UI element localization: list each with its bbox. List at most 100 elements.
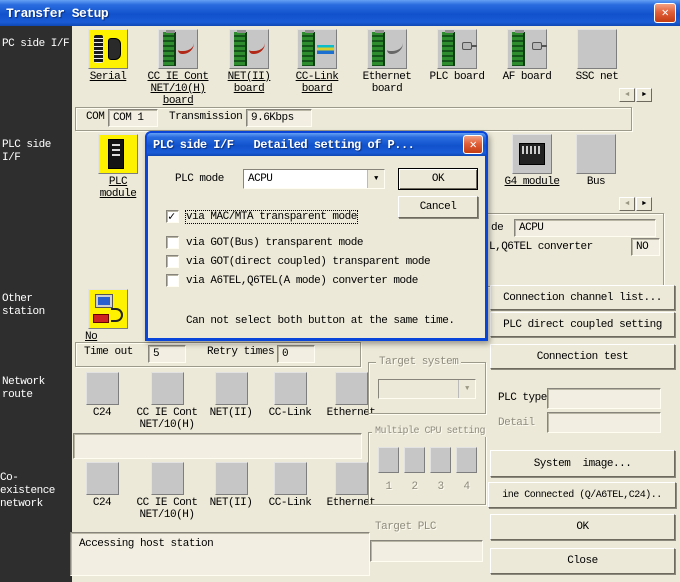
plc-module-icon[interactable] xyxy=(98,134,138,174)
ethernet-board-icon[interactable] xyxy=(367,29,407,69)
c24-icon[interactable] xyxy=(86,462,119,495)
pc-side-item-label[interactable]: SSC net xyxy=(576,71,619,83)
plc-side-item-g4-module[interactable]: G4 module xyxy=(500,134,564,188)
ethernet-icon[interactable] xyxy=(335,462,368,495)
cpu-slot-3[interactable] xyxy=(430,447,451,473)
network-route-item-cclink[interactable]: CC-Link xyxy=(260,372,320,431)
coexistence-item-cclink[interactable]: CC-Link xyxy=(260,462,320,521)
checkbox-icon[interactable]: ✓ xyxy=(166,236,179,249)
ssc-net-icon[interactable] xyxy=(577,29,617,69)
converter-field[interactable]: NO xyxy=(631,238,660,256)
transmission-speed-field[interactable]: 9.6Kbps xyxy=(246,109,312,127)
chevron-down-icon[interactable]: ▼ xyxy=(367,170,384,188)
network-route-item-ccie[interactable]: CC IE Cont NET/10(H) xyxy=(132,372,202,431)
ethernet-icon[interactable] xyxy=(335,372,368,405)
dialog-titlebar[interactable]: PLC side I/F Detailed setting of P... xyxy=(147,133,486,156)
plc-side-item-bus[interactable]: Bus xyxy=(568,134,624,188)
scroll-left-icon[interactable]: ◄ xyxy=(619,197,635,211)
checkbox-mac-mta-transparent[interactable]: ✓ via MAC/MTA transparent mode xyxy=(166,210,357,223)
scroll-left-icon[interactable]: ◄ xyxy=(619,88,635,102)
close-icon[interactable]: ✕ xyxy=(654,3,676,23)
cc-ie-icon[interactable] xyxy=(151,462,184,495)
retry-times-field[interactable]: 0 xyxy=(277,345,315,363)
plc-side-item-plc-module[interactable]: PLC module xyxy=(88,134,148,200)
pc-side-item-net2-board[interactable]: NET(II) board xyxy=(216,29,282,107)
dialog-cancel-button[interactable]: Cancel xyxy=(398,196,478,218)
cpu-slot-2[interactable] xyxy=(404,447,425,473)
g4-module-icon[interactable] xyxy=(512,134,552,174)
coexistence-item-label[interactable]: NET(II) xyxy=(210,497,253,509)
dialog-ok-button[interactable]: OK xyxy=(398,168,478,190)
pc-side-item-label[interactable]: Ethernet board xyxy=(352,71,422,95)
connection-channel-list-button[interactable]: Connection channel list... xyxy=(490,285,675,310)
coexistence-item-c24[interactable]: C24 xyxy=(72,462,132,521)
connection-test-button[interactable]: Connection test xyxy=(490,344,675,369)
checkbox-got-bus-transparent[interactable]: ✓ via GOT(Bus) transparent mode xyxy=(166,236,363,249)
network-route-item-label[interactable]: C24 xyxy=(93,407,111,419)
coexistence-item-label[interactable]: CC-Link xyxy=(269,497,312,509)
line-connected-button[interactable]: ine Connected (Q/A6TEL,C24).. xyxy=(488,482,676,508)
checkbox-label[interactable]: via GOT(direct coupled) transparent mode xyxy=(186,256,430,268)
net2-board-icon[interactable] xyxy=(229,29,269,69)
coexistence-item-label[interactable]: C24 xyxy=(93,497,111,509)
pc-side-item-ccie-board[interactable]: CC IE Cont NET/10(H) board xyxy=(140,29,216,107)
plc-side-item-label[interactable]: G4 module xyxy=(500,176,564,188)
pc-side-item-ethernet-board[interactable]: Ethernet board xyxy=(352,29,422,107)
cclink-board-icon[interactable] xyxy=(297,29,337,69)
network-route-item-label[interactable]: CC-Link xyxy=(269,407,312,419)
af-board-icon[interactable] xyxy=(507,29,547,69)
scroll-right-icon[interactable]: ► xyxy=(636,197,652,211)
checkbox-label[interactable]: via GOT(Bus) transparent mode xyxy=(186,237,363,249)
pc-side-item-label[interactable]: NET(II) board xyxy=(216,71,282,95)
plc-direct-coupled-setting-button[interactable]: PLC direct coupled setting xyxy=(490,312,675,337)
checkbox-label[interactable]: via MAC/MTA transparent mode xyxy=(186,211,357,223)
net2-icon[interactable] xyxy=(215,372,248,405)
cclink-icon[interactable] xyxy=(274,372,307,405)
chevron-down-icon[interactable]: ▼ xyxy=(458,380,475,398)
target-system-dropdown[interactable]: ▼ xyxy=(378,379,476,399)
other-station-item-no[interactable]: No xyxy=(85,289,131,343)
c24-icon[interactable] xyxy=(86,372,119,405)
net2-icon[interactable] xyxy=(215,462,248,495)
com-port-field[interactable]: COM 1 xyxy=(108,109,158,127)
checkbox-a6tel-converter[interactable]: ✓ via A6TEL,Q6TEL(A mode) converter mode xyxy=(166,274,418,287)
pc-side-item-label[interactable]: PLC board xyxy=(430,71,485,83)
network-route-item-c24[interactable]: C24 xyxy=(72,372,132,431)
checkbox-icon[interactable]: ✓ xyxy=(166,274,179,287)
scroll-right-icon[interactable]: ► xyxy=(636,88,652,102)
plc-board-icon[interactable] xyxy=(437,29,477,69)
checkbox-label[interactable]: via A6TEL,Q6TEL(A mode) converter mode xyxy=(186,275,418,287)
window-titlebar[interactable]: Transfer Setup xyxy=(0,0,680,26)
serial-icon[interactable] xyxy=(88,29,128,69)
cpu-slot-4[interactable] xyxy=(456,447,477,473)
cc-ie-board-icon[interactable] xyxy=(158,29,198,69)
coexistence-item-ccie[interactable]: CC IE Cont NET/10(H) xyxy=(132,462,202,521)
system-image-button[interactable]: System image... xyxy=(490,450,675,477)
other-station-icon[interactable] xyxy=(88,289,128,329)
pc-side-item-label[interactable]: Serial xyxy=(90,71,127,83)
pc-side-item-label[interactable]: CC-Link board xyxy=(282,71,352,95)
timeout-field[interactable]: 5 xyxy=(148,345,186,363)
coexistence-item-net2[interactable]: NET(II) xyxy=(202,462,260,521)
pc-side-item-label[interactable]: AF board xyxy=(503,71,552,83)
plc-mode-field[interactable]: ACPU xyxy=(514,219,656,237)
checkbox-icon[interactable]: ✓ xyxy=(166,255,179,268)
coexistence-item-label[interactable]: CC IE Cont NET/10(H) xyxy=(132,497,202,521)
cpu-slot-1[interactable] xyxy=(378,447,399,473)
pc-side-item-label[interactable]: CC IE Cont NET/10(H) board xyxy=(140,71,216,107)
cclink-icon[interactable] xyxy=(274,462,307,495)
cc-ie-icon[interactable] xyxy=(151,372,184,405)
close-button[interactable]: Close xyxy=(490,548,675,574)
dialog-close-icon[interactable]: ✕ xyxy=(463,135,483,154)
checkbox-got-direct-coupled[interactable]: ✓ via GOT(direct coupled) transparent mo… xyxy=(166,255,430,268)
network-route-item-label[interactable]: CC IE Cont NET/10(H) xyxy=(132,407,202,431)
target-plc-field[interactable] xyxy=(370,540,483,562)
plc-side-item-label[interactable]: PLC module xyxy=(88,176,148,200)
pc-side-item-af-board[interactable]: AF board xyxy=(492,29,562,107)
pc-side-item-cclink-board[interactable]: CC-Link board xyxy=(282,29,352,107)
plc-mode-dropdown[interactable]: ACPU ▼ xyxy=(243,169,385,189)
pc-side-item-plc-board[interactable]: PLC board xyxy=(422,29,492,107)
network-route-item-label[interactable]: NET(II) xyxy=(210,407,253,419)
plc-side-item-label[interactable]: Bus xyxy=(568,176,624,188)
bus-icon[interactable] xyxy=(576,134,616,174)
